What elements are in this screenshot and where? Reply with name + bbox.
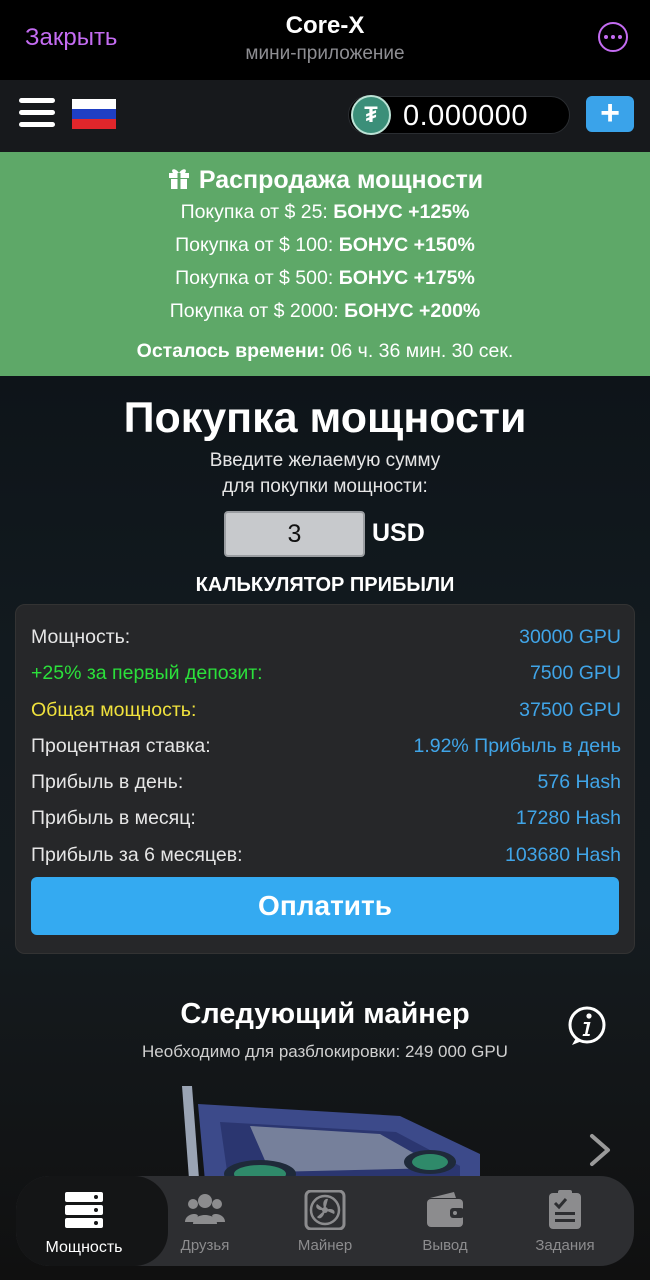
russia-flag-icon[interactable] <box>72 99 116 129</box>
calculator-title: КАЛЬКУЛЯТОР ПРИБЫЛИ <box>195 574 455 596</box>
tether-icon: ₮ <box>351 95 391 135</box>
page-title: Покупка мощности <box>123 394 527 442</box>
promo-line: Покупка от $ 100: БОНУС +150% <box>175 234 475 256</box>
calc-row: Мощность: 30000 GPU <box>31 626 621 648</box>
nav-item-tasks[interactable]: Задания <box>506 1176 624 1266</box>
users-icon <box>185 1194 225 1224</box>
app-title: Core-X <box>285 12 365 39</box>
hamburger-icon[interactable] <box>19 98 55 128</box>
gift-icon <box>168 169 189 189</box>
pay-button[interactable]: Оплатить <box>31 877 619 935</box>
wallet-icon <box>427 1192 464 1227</box>
nav-item-friends[interactable]: Друзья <box>146 1176 264 1266</box>
calc-row: Процентная ставка: 1.92% Прибыль в день <box>31 735 621 757</box>
nav-item-miner[interactable]: Майнер <box>266 1176 384 1266</box>
add-balance-button[interactable]: + <box>586 96 634 132</box>
calc-row: Прибыль в месяц: 17280 Hash <box>31 807 621 829</box>
promo-line: Покупка от $ 500: БОНУС +175% <box>175 267 475 289</box>
next-miner-subtitle: Необходимо для разблокировки: 249 000 GP… <box>142 1042 508 1061</box>
info-icon[interactable] <box>566 1005 608 1047</box>
nav-item-power[interactable]: Мощность <box>16 1176 152 1266</box>
calc-row: Прибыль в день: 576 Hash <box>31 771 621 793</box>
balance-display: ₮ 0.000000 <box>348 95 570 135</box>
currency-label: USD <box>372 519 425 547</box>
calc-row: Прибыль за 6 месяцев: 103680 Hash <box>31 844 621 866</box>
tasks-icon <box>549 1190 581 1229</box>
server-icon <box>65 1192 103 1228</box>
telegram-header: Закрыть Core-X мини-приложение <box>0 0 650 80</box>
chevron-right-icon[interactable] <box>586 1132 614 1168</box>
promo-title: Распродажа мощности <box>0 166 650 195</box>
promo-timer: Осталось времени: 06 ч. 36 мин. 30 сек. <box>136 340 514 362</box>
fan-icon <box>304 1190 346 1230</box>
balance-value: 0.000000 <box>403 100 528 132</box>
nav-item-withdraw[interactable]: Вывод <box>386 1176 504 1266</box>
promo-line: Покупка от $ 25: БОНУС +125% <box>180 201 470 223</box>
promo-title-text: Распродажа мощности <box>198 166 484 194</box>
app-top-bar: ₮ 0.000000 + <box>0 80 650 152</box>
bottom-navigation: Мощность Друзья Майнер Вывод Задания <box>16 1176 634 1266</box>
profit-calculator-card: Мощность: 30000 GPU +25% за первый депоз… <box>15 604 635 954</box>
calc-row: Общая мощность: 37500 GPU <box>31 699 621 721</box>
promo-line: Покупка от $ 2000: БОНУС +200% <box>169 300 481 322</box>
next-miner-title: Следующий майнер <box>180 998 470 1030</box>
calc-row: +25% за первый депозит: 7500 GPU <box>31 662 621 684</box>
amount-input[interactable]: 3 <box>224 511 365 557</box>
promo-banner: Распродажа мощности Покупка от $ 25: БОН… <box>0 152 650 376</box>
more-icon[interactable] <box>598 22 628 52</box>
app-subtitle: мини-приложение <box>245 43 405 64</box>
purchase-subtitle: Введите желаемую сумму для покупки мощно… <box>209 450 441 497</box>
